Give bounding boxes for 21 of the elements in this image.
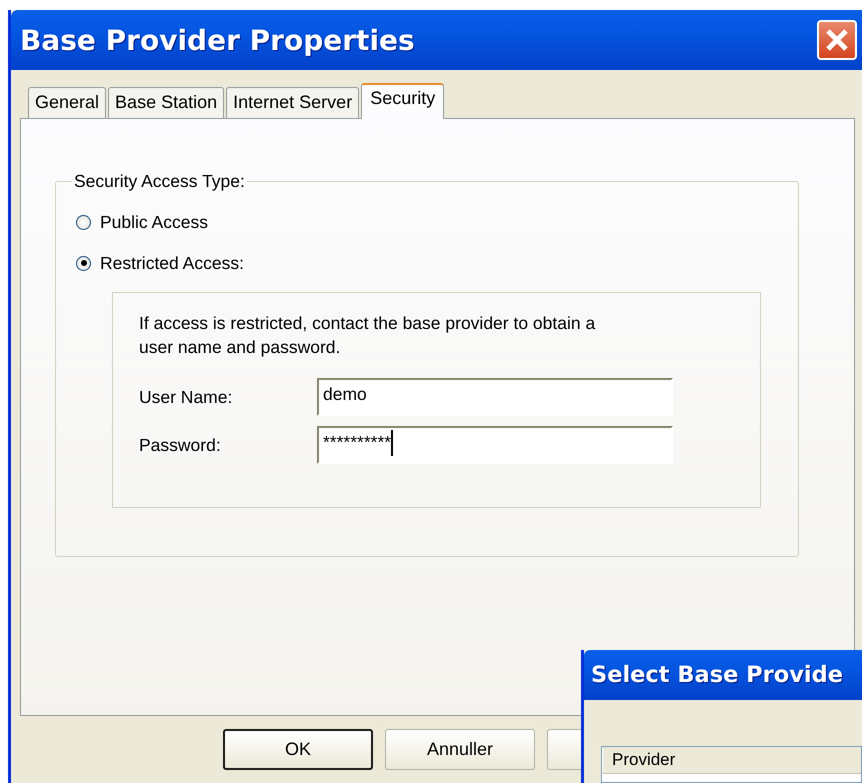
- field-label: User Name:: [139, 386, 234, 408]
- close-icon: [825, 28, 849, 52]
- dialog-button[interactable]: OK: [223, 729, 373, 770]
- tab[interactable]: General: [28, 87, 106, 118]
- tab[interactable]: Base Station: [108, 87, 224, 118]
- info-text: If access is restricted, contact the base provider to obtain a user name and password.: [139, 312, 596, 359]
- window-title: Select Base Provide: [591, 662, 843, 688]
- dialog-button[interactable]: Annuller: [385, 729, 535, 770]
- input-field[interactable]: demo: [317, 378, 673, 416]
- radio-label[interactable]: Restricted Access:: [100, 252, 244, 274]
- field-label: Password:: [139, 434, 222, 456]
- column-header[interactable]: Provider: [602, 747, 861, 774]
- window-title: Base Provider Properties: [20, 24, 415, 56]
- tab[interactable]: Internet Server: [226, 87, 360, 118]
- radio-label[interactable]: Public Access: [100, 212, 208, 232]
- group-title: Security Access Type:: [73, 171, 246, 192]
- radio-button[interactable]: [76, 256, 91, 270]
- radio-button[interactable]: [76, 214, 91, 230]
- close-button[interactable]: [817, 20, 857, 60]
- input-field[interactable]: **********: [317, 426, 673, 464]
- tab[interactable]: Security: [361, 83, 444, 119]
